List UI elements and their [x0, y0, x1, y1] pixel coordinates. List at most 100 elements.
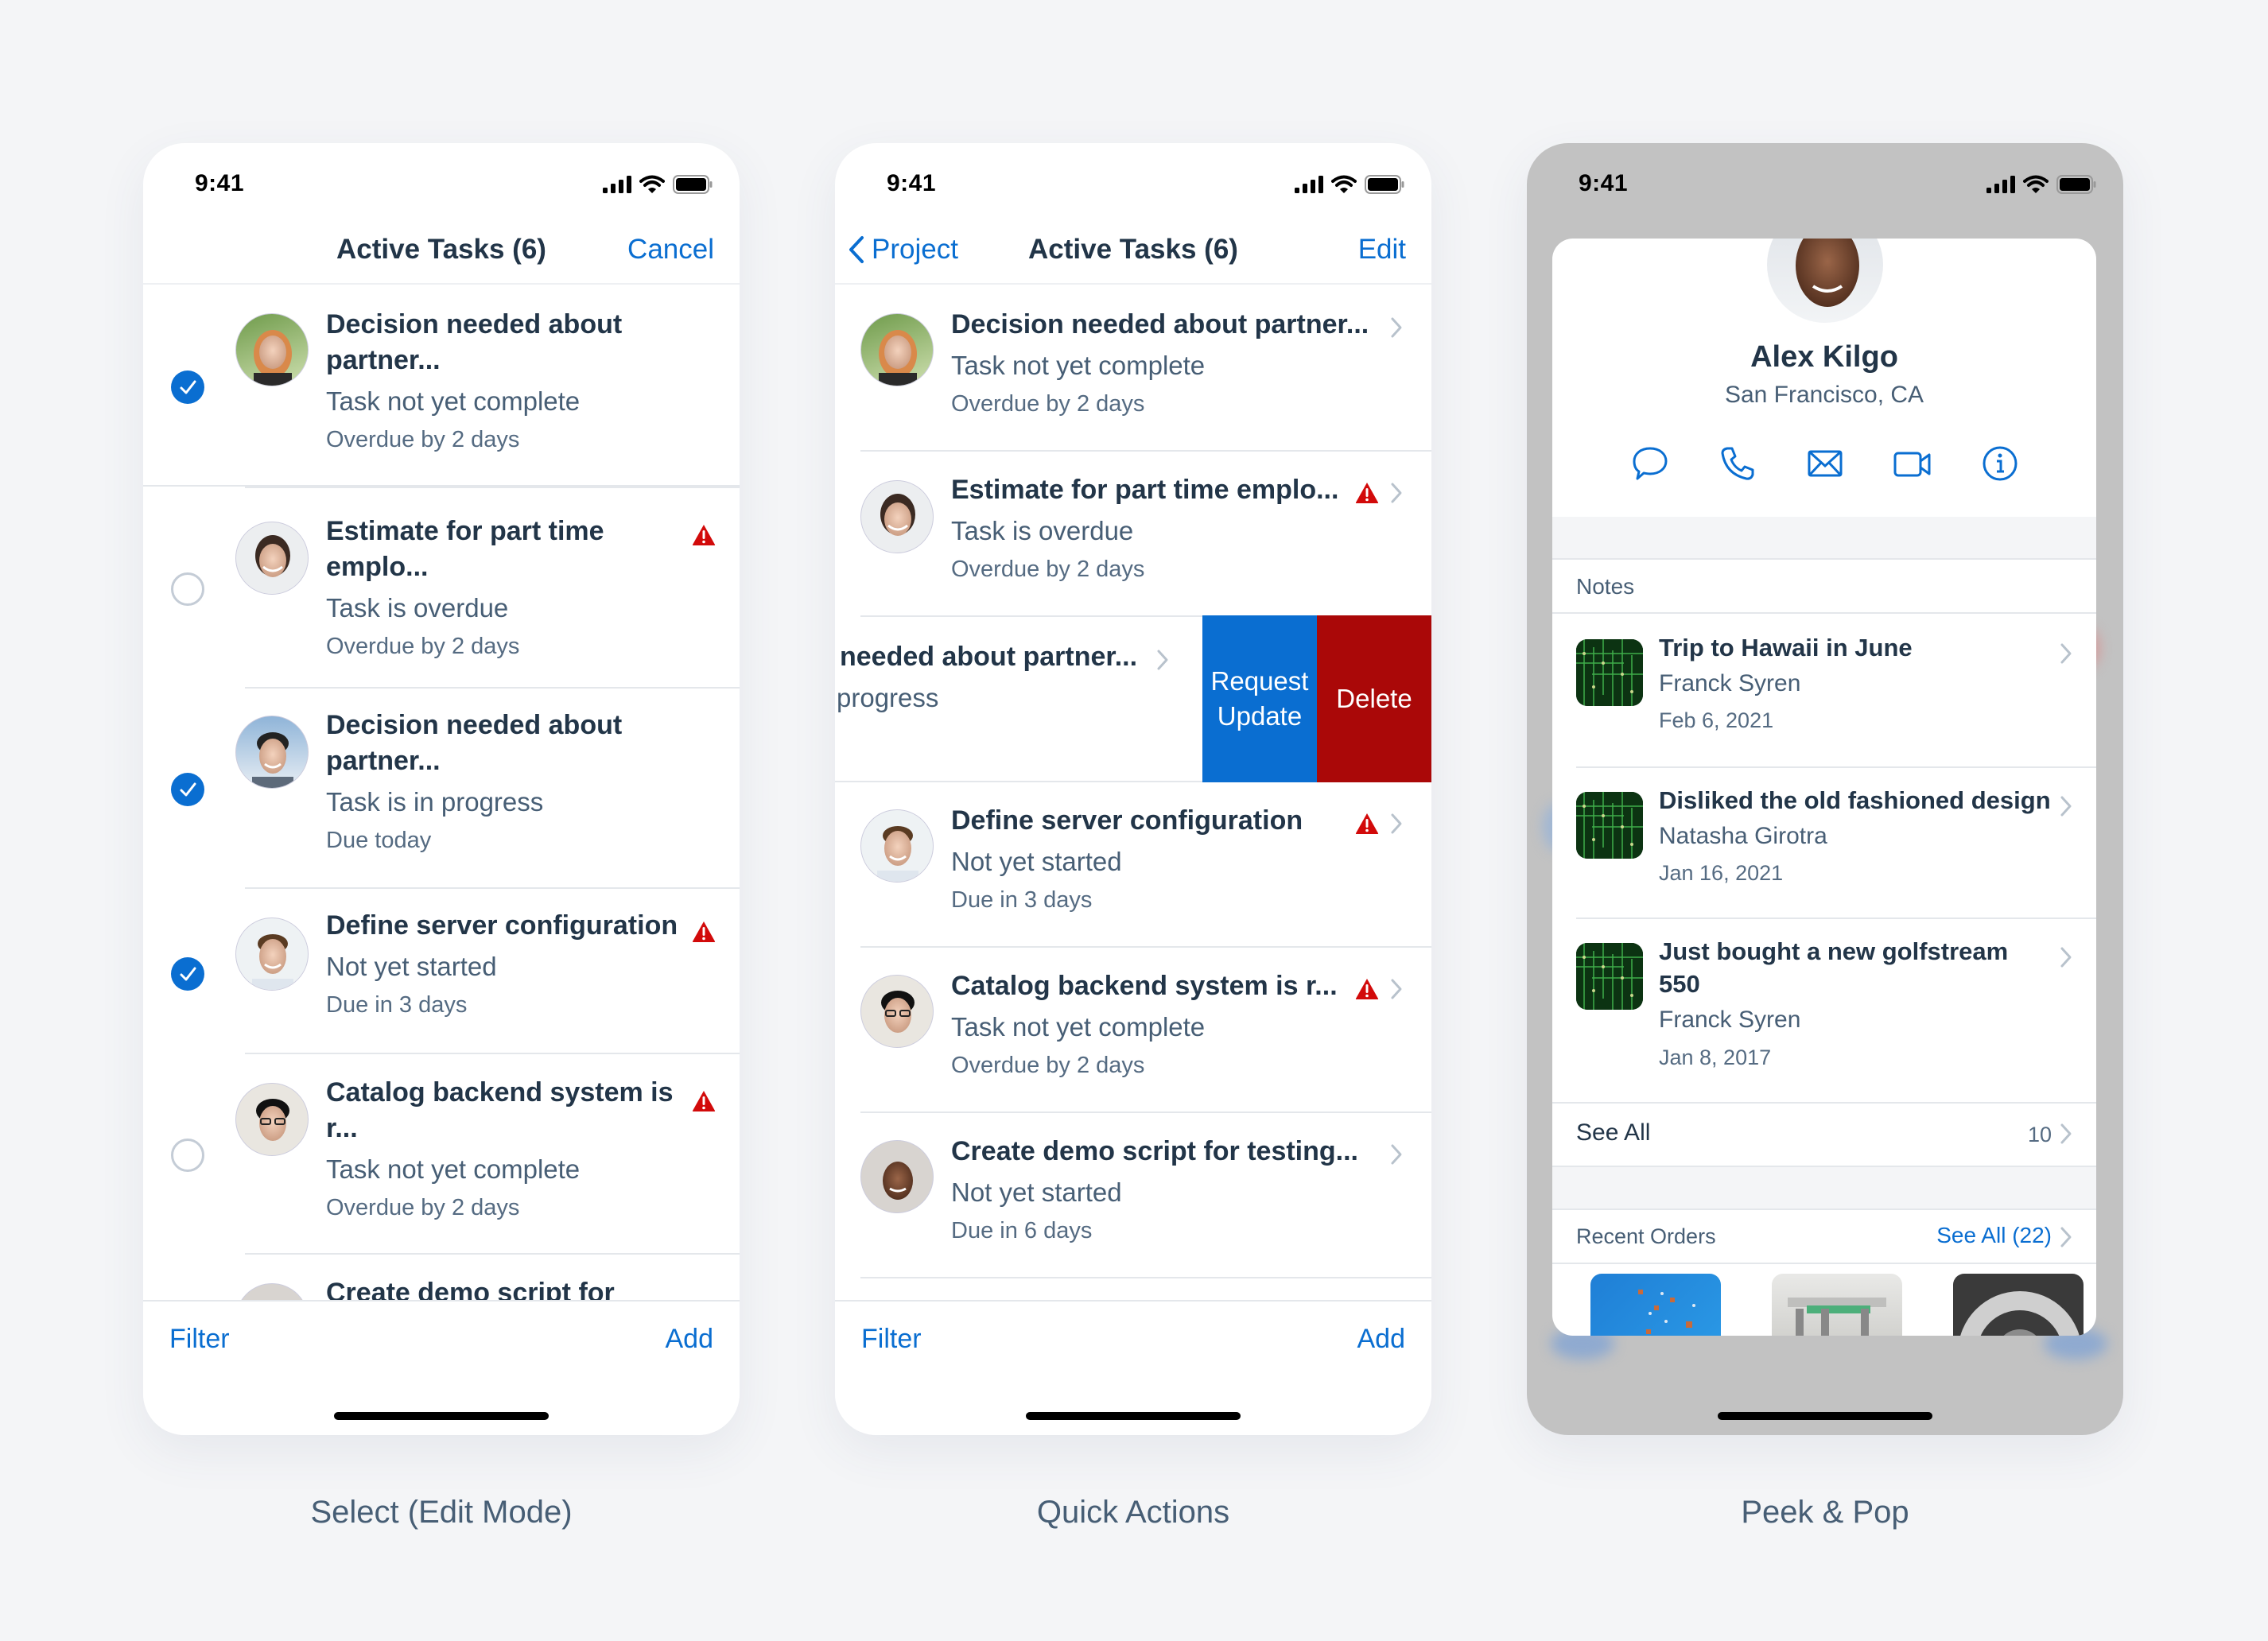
- task-title: Create demo script for testing...: [951, 1136, 1358, 1166]
- task-title-cont: emplo...: [326, 552, 429, 582]
- task-status: Not yet started: [951, 1177, 1122, 1207]
- warning-icon: [692, 1090, 716, 1112]
- email-icon[interactable]: [1805, 444, 1845, 483]
- task-due: Due in 3 days: [326, 992, 468, 1018]
- task-due: Overdue by 2 days: [326, 1195, 520, 1220]
- profile-avatar: [1767, 239, 1883, 323]
- see-all-orders-link[interactable]: See All (22): [1936, 1223, 2052, 1248]
- task-row[interactable]: Define server configuration Not yet star…: [860, 782, 1431, 948]
- notes-header-label: Notes: [1576, 574, 1635, 599]
- status-time: 9:41: [1579, 170, 1629, 196]
- section-separator: [1552, 517, 2096, 560]
- task-due: Due in 3 days: [951, 887, 1093, 913]
- task-title: Catalog backend system is r...: [951, 971, 1338, 1001]
- note-row[interactable]: Trip to Hawaii in June Franck Syren Feb …: [1552, 615, 2096, 766]
- avatar: [235, 1083, 309, 1156]
- delete-button[interactable]: Delete: [1317, 615, 1431, 782]
- profile-name: Alex Kilgo: [1750, 340, 1898, 374]
- chevron-right-icon: [2060, 795, 2072, 817]
- note-date: Jan 16, 2021: [1659, 861, 1784, 885]
- task-due: Overdue by 2 days: [951, 391, 1145, 417]
- home-indicator[interactable]: [1026, 1412, 1241, 1420]
- task-status: Task is overdue: [951, 516, 1134, 545]
- task-row[interactable]: Decision needed about partner... Task no…: [860, 286, 1431, 452]
- task-row[interactable]: Create demo script for testing... Not ye…: [860, 1113, 1431, 1278]
- order-thumbnail[interactable]: [1590, 1274, 1721, 1336]
- message-icon[interactable]: [1630, 444, 1670, 483]
- selection-checkbox-checked[interactable]: [171, 773, 204, 806]
- see-all-label: See All: [1576, 1119, 1651, 1146]
- chevron-right-icon: [2060, 1226, 2072, 1248]
- selection-checkbox-unchecked[interactable]: [171, 572, 204, 606]
- task-row[interactable]: Decision needed about partner... Task is…: [171, 687, 740, 887]
- task-row[interactable]: Estimate for part time emplo... Task is …: [171, 487, 740, 687]
- checkmark-icon: [171, 773, 204, 806]
- navigation-bar: Project Active Tasks (6) Edit: [835, 223, 1431, 285]
- peek-preview-card[interactable]: Alex Kilgo San Francisco, CA Notes Trip …: [1552, 239, 2096, 1336]
- caption-select-edit-mode: Select (Edit Mode): [310, 1495, 573, 1530]
- chevron-right-icon: [1390, 978, 1403, 1000]
- task-row[interactable]: Decision needed about partner... Task no…: [143, 286, 740, 487]
- task-title: Decision needed about: [326, 710, 623, 740]
- add-button[interactable]: Add: [1357, 1324, 1406, 1355]
- task-row[interactable]: Catalog backend system is r... Task not …: [860, 948, 1431, 1113]
- note-title: Trip to Hawaii in June: [1659, 634, 1913, 661]
- task-title-cont: partner...: [326, 746, 441, 776]
- task-title: Estimate for part time: [326, 516, 604, 546]
- order-thumbnail[interactable]: [1772, 1274, 1902, 1336]
- warning-icon: [692, 524, 716, 546]
- task-row[interactable]: Define server configuration Not yet star…: [171, 887, 740, 1053]
- selection-checkbox-checked[interactable]: [171, 957, 204, 991]
- task-row[interactable]: Catalog backend system is r... Task not …: [171, 1053, 740, 1253]
- checkmark-icon: [171, 370, 204, 404]
- request-update-button[interactable]: Request Update: [1202, 615, 1317, 782]
- video-icon[interactable]: [1893, 444, 1932, 483]
- warning-icon: [692, 921, 716, 943]
- status-time: 9:41: [887, 170, 937, 196]
- info-icon[interactable]: [1980, 444, 2020, 483]
- battery-icon: [2056, 175, 2096, 194]
- chevron-right-icon: [1156, 649, 1169, 671]
- checkmark-icon: [171, 957, 204, 991]
- task-status: progress: [837, 683, 939, 712]
- cancel-button[interactable]: Cancel: [627, 234, 714, 266]
- note-date: Jan 8, 2017: [1659, 1046, 1772, 1069]
- task-due: Overdue by 2 days: [326, 634, 520, 659]
- phone-select-edit-mode: 9:41 Active Tasks (6) Cancel Decision ne…: [143, 143, 740, 1435]
- selection-checkbox-checked[interactable]: [171, 370, 204, 404]
- see-all-count: 10: [2027, 1123, 2052, 1146]
- signal-icon: [603, 176, 631, 193]
- task-title: Catalog backend system is: [326, 1077, 674, 1108]
- home-indicator[interactable]: [1718, 1412, 1932, 1420]
- avatar: [860, 975, 934, 1048]
- phone-peek-and-pop: 9:41 Alex Kilgo San Francisco, CA Notes: [1527, 143, 2123, 1435]
- selection-checkbox-unchecked[interactable]: [171, 1139, 204, 1172]
- task-title: needed about partner...: [840, 642, 1138, 672]
- task-due: Due today: [326, 828, 432, 853]
- task-title: Decision needed about partner...: [951, 309, 1369, 339]
- task-status: Not yet started: [951, 847, 1122, 876]
- phone-icon[interactable]: [1718, 444, 1757, 483]
- avatar: [860, 313, 934, 386]
- task-status: Task not yet complete: [326, 1154, 581, 1184]
- task-status: Task not yet complete: [326, 386, 581, 416]
- status-bar: 9:41: [143, 167, 740, 207]
- add-button[interactable]: Add: [666, 1324, 714, 1355]
- note-title: Just bought a new golfstream: [1659, 937, 2009, 965]
- task-row[interactable]: Estimate for part time emplo... Task is …: [860, 452, 1431, 617]
- filter-button[interactable]: Filter: [169, 1324, 230, 1355]
- note-row[interactable]: Just bought a new golfstream 550 Franck …: [1576, 917, 2096, 1102]
- edit-button[interactable]: Edit: [1358, 234, 1406, 266]
- see-all-notes-row[interactable]: See All 10: [1552, 1102, 2096, 1167]
- task-status: Task not yet complete: [951, 1012, 1206, 1042]
- recent-orders-header: Recent Orders See All (22): [1552, 1210, 2096, 1264]
- task-due: Overdue by 2 days: [951, 1053, 1145, 1078]
- task-row-swiped[interactable]: needed about partner... progress Request…: [835, 615, 1431, 782]
- order-thumbnail[interactable]: [1953, 1274, 2084, 1336]
- note-row[interactable]: Disliked the old fashioned design Natash…: [1576, 766, 2096, 917]
- avatar: [860, 480, 934, 553]
- home-indicator[interactable]: [334, 1412, 549, 1420]
- filter-button[interactable]: Filter: [861, 1324, 922, 1355]
- task-status: Task is in progress: [326, 787, 544, 817]
- phone-quick-actions: 9:41 Project Active Tasks (6) Edit Decis…: [835, 143, 1431, 1435]
